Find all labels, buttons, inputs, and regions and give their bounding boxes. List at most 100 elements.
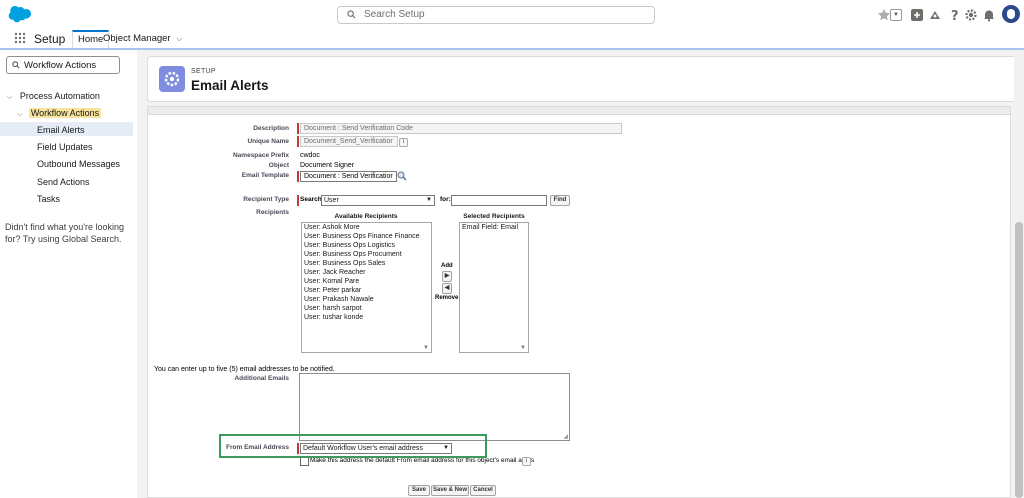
selected-recipients-header: Selected Recipients: [463, 213, 525, 220]
list-item[interactable]: User: Ashok More: [302, 223, 431, 232]
find-button[interactable]: Find: [550, 195, 570, 206]
app-launcher-icon[interactable]: [14, 32, 26, 44]
sidebar-item-label: Outbound Messages: [37, 159, 121, 169]
sidebar-item-tasks[interactable]: Tasks: [37, 194, 60, 204]
additional-emails-label: Additional Emails: [234, 375, 289, 382]
description-label: Description: [253, 125, 289, 132]
search-icon: [347, 10, 356, 19]
list-item[interactable]: User: Peter parkar: [302, 286, 431, 295]
sidebar-item-send-actions[interactable]: Send Actions: [37, 177, 90, 187]
email-alerts-icon: [159, 66, 185, 92]
namespace-prefix-value: cwdoc: [300, 152, 320, 159]
sidebar-item-label: Field Updates: [37, 142, 93, 152]
quick-find-value: Workflow Actions: [24, 60, 97, 71]
sidebar-item-field-updates[interactable]: Field Updates: [37, 142, 93, 152]
list-item[interactable]: User: harsh sarpot: [302, 304, 431, 313]
sidebar-help-text: Didn't find what you're looking for? Try…: [5, 222, 125, 244]
required-indicator: [297, 171, 299, 182]
email-template-label: Email Template: [241, 172, 289, 179]
sidebar-item-label: Tasks: [37, 194, 61, 204]
scroll-down-icon[interactable]: ▼: [520, 345, 526, 351]
sidebar-item-outbound-messages[interactable]: Outbound Messages: [37, 159, 120, 169]
setup-sidebar: Workflow Actions ⌵ Process Automation ⌵ …: [0, 50, 138, 498]
page-scrollbar-thumb[interactable]: [1015, 222, 1023, 498]
recipients-label: Recipients: [256, 209, 289, 216]
global-search-input[interactable]: Search Setup: [337, 6, 655, 24]
avatar[interactable]: [1002, 5, 1020, 23]
selected-recipients-list[interactable]: Email Field: Email ▼: [459, 222, 529, 353]
namespace-prefix-label: Namespace Prefix: [232, 152, 289, 159]
chevron-down-icon: ▼: [426, 197, 432, 203]
help-trailhead-icon[interactable]: [928, 8, 942, 22]
recipient-type-select[interactable]: User ▼: [321, 195, 435, 206]
object-label: Object: [268, 162, 289, 169]
arrow-right-icon: ▶: [444, 273, 450, 279]
annotation-highlight-box: [219, 434, 487, 458]
bell-icon[interactable]: [982, 8, 996, 22]
page-title: Email Alerts: [191, 78, 269, 93]
list-item[interactable]: User: Jack Reacher: [302, 268, 431, 277]
list-item[interactable]: User: Business Ops Logistics: [302, 241, 431, 250]
available-recipients-header: Available Recipients: [334, 213, 398, 220]
panel-header-strip: [148, 107, 1010, 115]
save-and-new-button[interactable]: Save & New: [431, 485, 469, 496]
default-from-checkbox[interactable]: [300, 457, 309, 466]
list-item[interactable]: User: tushar konde: [302, 313, 431, 322]
tree-process-automation[interactable]: ⌵ Process Automation: [7, 91, 100, 102]
info-icon[interactable]: i: [399, 138, 408, 147]
additional-emails-textarea[interactable]: ◢: [299, 373, 570, 441]
list-item[interactable]: Email Field: Email: [460, 223, 528, 232]
default-from-checkbox-label: Make this address the default From email…: [310, 457, 535, 464]
save-button[interactable]: Save: [408, 485, 430, 496]
list-item[interactable]: User: Business Ops Finance Finance: [302, 232, 431, 241]
list-item[interactable]: User: Business Ops Procument: [302, 250, 431, 259]
main-content: SETUP Email Alerts Description Document …: [137, 50, 1024, 498]
question-icon[interactable]: ?: [948, 8, 962, 22]
tab-label: Home: [78, 34, 104, 45]
additional-emails-note: You can enter up to five (5) email addre…: [154, 366, 335, 373]
remove-label: Remove: [435, 295, 459, 301]
favorites-dropdown-button[interactable]: ▼: [890, 9, 902, 21]
email-template-input[interactable]: Document : Send Verificatior: [300, 171, 397, 182]
chevron-down-icon: ▼: [893, 12, 899, 18]
list-item[interactable]: User: Prakash Nawale: [302, 295, 431, 304]
recipient-search-input[interactable]: [451, 195, 547, 206]
chevron-down-icon: ⌵: [17, 111, 23, 118]
salesforce-logo[interactable]: [7, 6, 31, 23]
tree-label: Workflow Actions: [28, 108, 102, 118]
sidebar-item-label: Email Alerts: [37, 125, 85, 135]
resize-handle-icon[interactable]: ◢: [563, 433, 568, 440]
unique-name-input[interactable]: Document_Send_Verificatior: [300, 136, 398, 147]
tab-object-manager[interactable]: Object Manager ⌵: [103, 33, 182, 44]
tree-workflow-actions[interactable]: ⌵ Workflow Actions: [17, 108, 102, 119]
available-recipients-list[interactable]: User: Ashok More User: Business Ops Finan…: [301, 222, 432, 353]
required-indicator: [297, 123, 299, 134]
description-input[interactable]: Document : Send Verification Code: [300, 123, 622, 134]
app-nav-bar: Setup Home Object Manager ⌵: [0, 30, 1024, 50]
info-icon[interactable]: i: [522, 457, 531, 466]
gear-icon[interactable]: [964, 8, 978, 22]
remove-recipient-button[interactable]: ◀: [442, 283, 452, 294]
list-item[interactable]: User: Business Ops Sales: [302, 259, 431, 268]
select-value: User: [324, 197, 339, 204]
sidebar-item-label: Send Actions: [37, 177, 90, 187]
lookup-icon[interactable]: [397, 171, 407, 181]
cancel-button[interactable]: Cancel: [470, 485, 496, 496]
svg-text:?: ?: [951, 9, 959, 22]
add-recipient-button[interactable]: ▶: [442, 271, 452, 282]
arrow-left-icon: ◀: [444, 285, 450, 291]
scroll-down-icon[interactable]: ▼: [423, 345, 429, 351]
global-header: Search Setup ▼ ?: [0, 0, 1024, 31]
chevron-down-icon[interactable]: ⌵: [176, 34, 182, 43]
required-indicator: [297, 136, 299, 147]
plus-icon[interactable]: [910, 8, 924, 22]
list-item[interactable]: User: Komal Pare: [302, 277, 431, 286]
chevron-down-icon: ⌵: [7, 94, 13, 101]
quick-find-input[interactable]: Workflow Actions: [6, 56, 120, 74]
add-label: Add: [441, 263, 453, 269]
object-value: Document Signer: [300, 162, 355, 169]
tab-label: Object Manager: [103, 33, 171, 44]
star-icon[interactable]: [877, 8, 891, 22]
recipient-type-label: Recipient Type: [243, 196, 289, 203]
sidebar-item-email-alerts[interactable]: Email Alerts: [37, 125, 85, 135]
